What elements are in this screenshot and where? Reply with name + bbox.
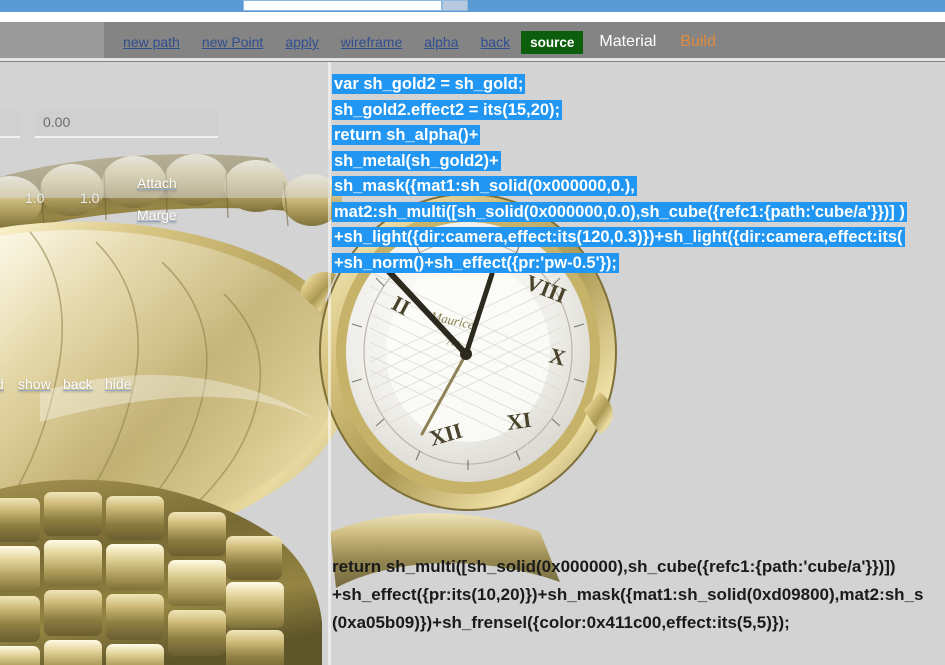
source-editor-selected-text[interactable]: var sh_gold2 = sh_gold; sh_gold2.effect2… <box>332 72 945 276</box>
url-go-button[interactable] <box>442 0 468 11</box>
browser-blank-strip <box>0 12 945 22</box>
menu-item-source[interactable]: source <box>521 30 584 54</box>
url-input[interactable] <box>243 0 442 11</box>
output-line: +sh_effect({pr:its(10,20)})+sh_mask({mat… <box>332 585 924 604</box>
menu-item-wireframe[interactable]: wireframe <box>330 22 413 62</box>
code-line-text: var sh_gold2 = sh_gold; <box>332 74 526 94</box>
code-line-text: return sh_alpha()+ <box>332 125 481 145</box>
code-line: var sh_gold2 = sh_gold; <box>332 72 945 98</box>
menu-item-new-path[interactable]: new path <box>112 22 191 62</box>
code-line-text: +sh_light({dir:camera,effect:its(120,0.3… <box>332 227 905 247</box>
menu-item-new-point[interactable]: new Point <box>191 22 274 62</box>
code-line: +sh_norm()+sh_effect({pr:'pw-0.5'}); <box>332 251 945 277</box>
axis-value-x: 1.0 <box>25 190 45 206</box>
svg-text:XI: XI <box>505 407 533 435</box>
browser-top-bar <box>0 0 945 12</box>
menu-item-apply[interactable]: apply <box>274 22 329 62</box>
menu-label-material: Material <box>599 33 657 50</box>
code-line: sh_metal(sh_gold2)+ <box>332 149 945 175</box>
code-line-text: mat2:sh_multi([sh_solid(0x000000,0.0),sh… <box>332 201 907 222</box>
menubar-links: new path new Point apply wireframe alpha… <box>112 22 724 62</box>
numeric-field-value[interactable]: 0.00 <box>35 110 218 138</box>
code-line: sh_mask({mat1:sh_solid(0x000000,0.), <box>332 174 945 200</box>
link-d[interactable]: d <box>0 376 4 392</box>
app-menubar: new path new Point apply wireframe alpha… <box>0 22 945 62</box>
code-line-text: sh_metal(sh_gold2)+ <box>332 150 501 171</box>
code-line-text: sh_mask({mat1:sh_solid(0x000000,0.), <box>332 176 637 196</box>
link-show[interactable]: show <box>18 376 51 392</box>
link-attach[interactable]: Attach <box>137 175 177 191</box>
menu-item-alpha[interactable]: alpha <box>413 22 469 62</box>
menu-item-back[interactable]: back <box>470 22 522 62</box>
link-marge[interactable]: Marge <box>137 207 177 223</box>
menu-button-build[interactable]: Build <box>672 22 724 62</box>
output-line: return sh_multi([sh_solid(0x000000),sh_c… <box>332 557 896 576</box>
code-line: return sh_alpha()+ <box>332 123 945 149</box>
link-hide[interactable]: hide <box>105 376 131 392</box>
menubar-left-block <box>0 22 104 58</box>
code-line: mat2:sh_multi([sh_solid(0x000000,0.0),sh… <box>332 200 945 226</box>
numeric-field-small[interactable] <box>0 110 20 138</box>
code-line-text: +sh_norm()+sh_effect({pr:'pw-0.5'}); <box>332 252 619 273</box>
link-back[interactable]: back <box>63 376 93 392</box>
menubar-underline <box>0 58 945 61</box>
code-line-text: sh_gold2.effect2 = its(15,20); <box>332 99 563 120</box>
output-line: (0xa05b09)})+sh_frensel({color:0x411c00,… <box>332 613 790 632</box>
code-line: +sh_light({dir:camera,effect:its(120,0.3… <box>332 225 945 251</box>
axis-value-y: 1.0 <box>80 190 100 206</box>
code-line: sh_gold2.effect2 = its(15,20); <box>332 98 945 124</box>
source-output-text[interactable]: return sh_multi([sh_solid(0x000000),sh_c… <box>332 553 945 637</box>
